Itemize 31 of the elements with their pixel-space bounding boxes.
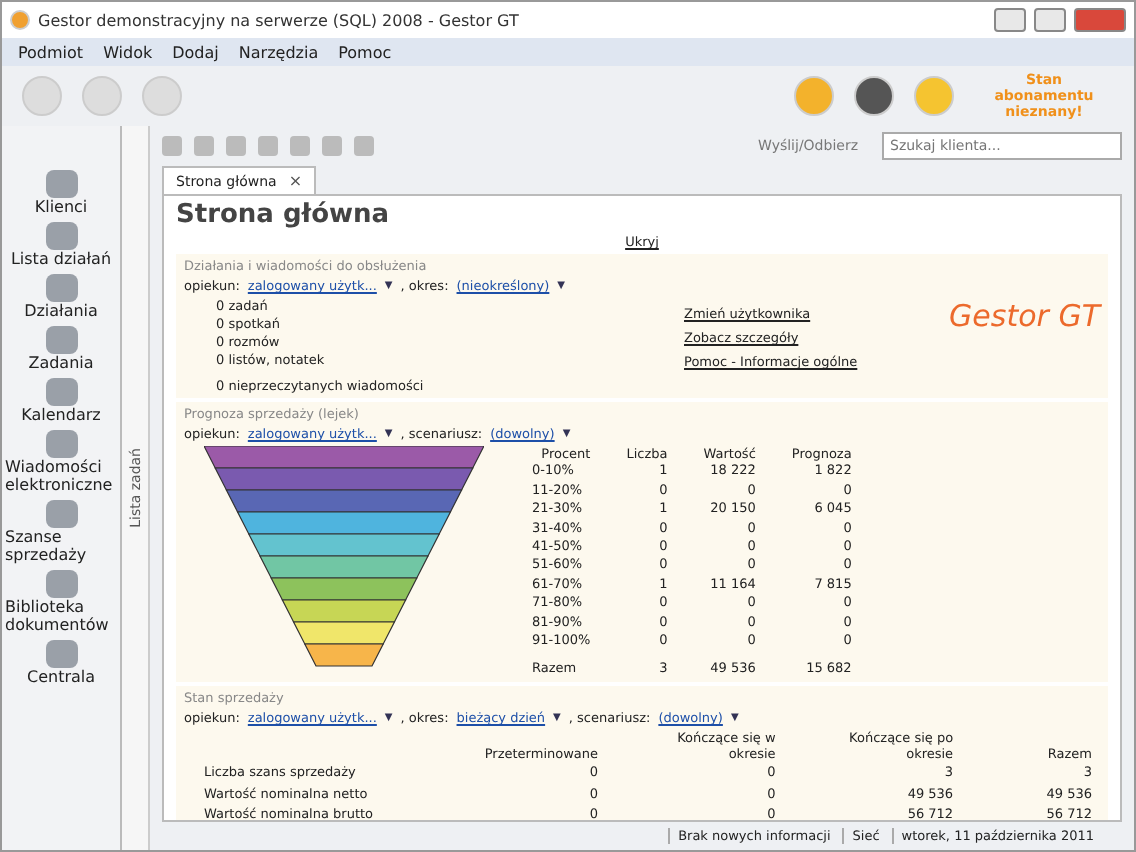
menu-item[interactable]: Dodaj <box>172 43 219 61</box>
nav-icon <box>45 326 77 354</box>
sidebar-item[interactable]: Klienci <box>5 170 117 216</box>
sidebar-item[interactable]: Lista działań <box>5 222 117 268</box>
app-icon <box>10 10 30 30</box>
sidebar-item[interactable]: Zadania <box>5 326 117 372</box>
sidebar-item[interactable]: Biblioteka dokumentów <box>5 570 117 634</box>
page-title: Strona główna <box>176 200 392 230</box>
close-button[interactable] <box>1074 8 1126 32</box>
nav-icon <box>45 170 77 198</box>
menu-item[interactable]: Podmiot <box>18 43 84 61</box>
logo: Gestor GT <box>949 298 1100 334</box>
nav-icon <box>45 222 77 250</box>
menu-item[interactable]: Pomoc <box>338 43 392 61</box>
nav-icon <box>45 570 77 598</box>
minimize-button[interactable] <box>994 8 1026 32</box>
nav-icon <box>45 378 77 406</box>
menu-item[interactable]: Narzędzia <box>238 43 319 61</box>
sidebar-item[interactable]: Działania <box>5 274 117 320</box>
sidebar-item[interactable]: Szanse sprzedaży <box>5 500 117 564</box>
close-icon[interactable]: × <box>288 172 303 190</box>
sidebar-item[interactable]: Wiadomości elektroniczne <box>5 430 117 494</box>
nav-icon <box>45 640 77 668</box>
nav-icon <box>45 500 77 528</box>
sidebar-item[interactable]: Kalendarz <box>5 378 117 424</box>
window-title: Gestor demonstracyjny na serwerze (SQL) 2008 - Gestor GT <box>38 11 521 29</box>
menu-item[interactable]: Widok <box>103 43 153 61</box>
sidebar-item[interactable]: Centrala <box>5 640 117 686</box>
nav-icon <box>45 274 77 302</box>
maximize-button[interactable] <box>1034 8 1066 32</box>
nav-icon <box>45 430 77 458</box>
